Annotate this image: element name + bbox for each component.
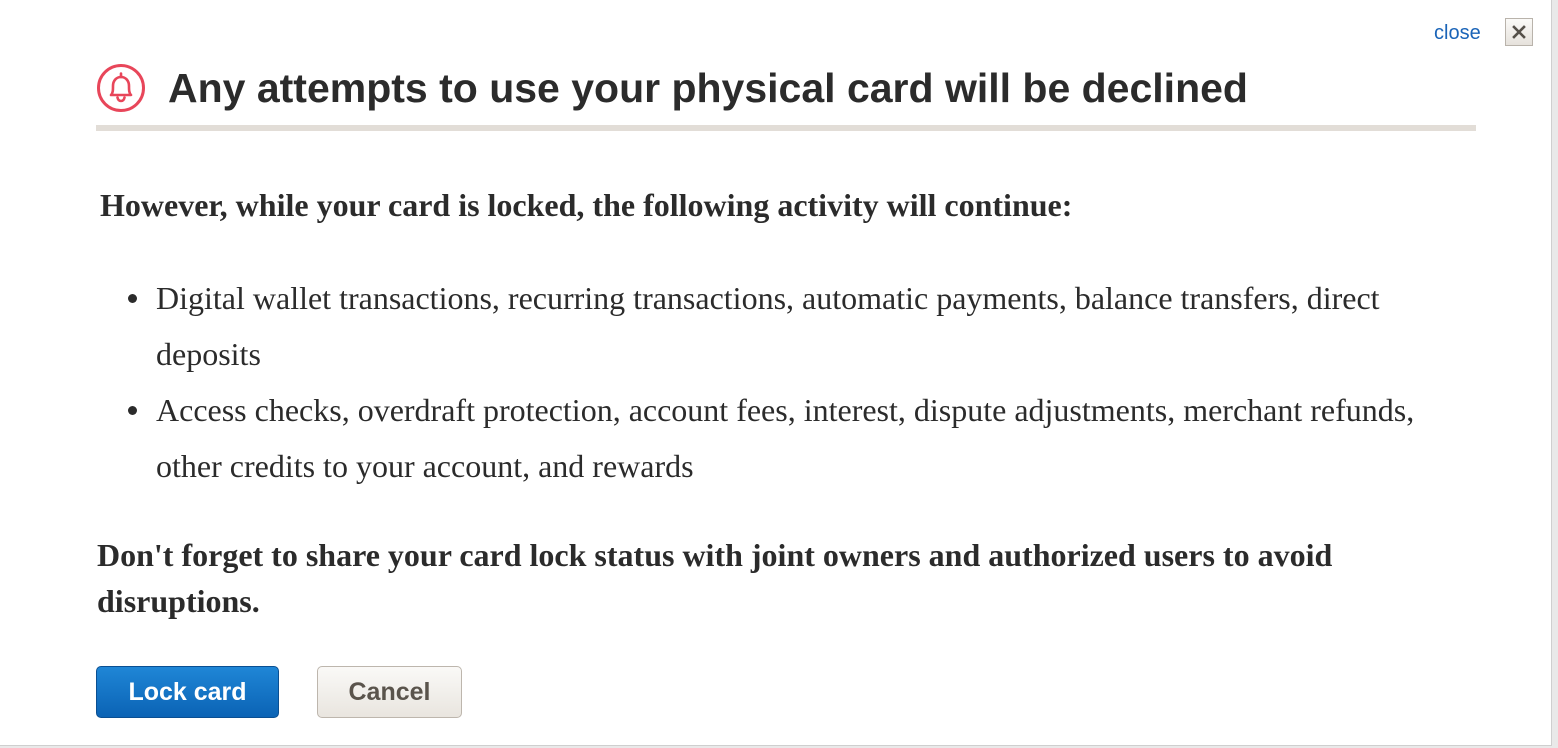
dialog-header: Any attempts to use your physical card w… bbox=[96, 58, 1476, 132]
bell-icon bbox=[97, 64, 145, 112]
lock-card-dialog: close Any attempts to use your physical … bbox=[0, 0, 1552, 746]
list-item: Digital wallet transactions, recurring t… bbox=[128, 270, 1466, 382]
close-link[interactable]: close bbox=[1434, 21, 1481, 45]
title-divider bbox=[96, 125, 1476, 131]
list-item: Access checks, overdraft protection, acc… bbox=[128, 382, 1466, 494]
intro-text: However, while your card is locked, the … bbox=[100, 187, 1073, 223]
close-button[interactable] bbox=[1505, 18, 1533, 46]
dialog-title: Any attempts to use your physical card w… bbox=[168, 65, 1248, 111]
joint-owner-note: Don't forget to share your card lock sta… bbox=[97, 537, 1333, 619]
cancel-button[interactable]: Cancel bbox=[317, 666, 462, 718]
lock-card-button[interactable]: Lock card bbox=[96, 666, 279, 718]
close-x-icon bbox=[1512, 25, 1526, 39]
activity-list: Digital wallet transactions, recurring t… bbox=[128, 270, 1466, 494]
